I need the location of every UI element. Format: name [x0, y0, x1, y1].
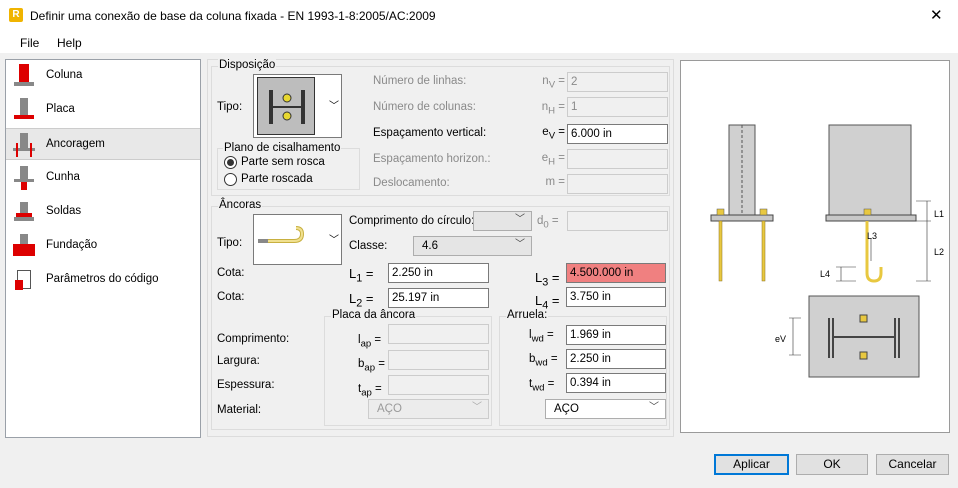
plate-icon [12, 98, 36, 122]
numero-colunas-input[interactable]: 1 [567, 97, 668, 117]
l4-input[interactable]: 3.750 in [566, 287, 666, 307]
m-symbol: m = [545, 176, 565, 188]
close-button[interactable]: ✕ [930, 6, 943, 24]
l1-dim-label: L1 [934, 209, 944, 219]
eh-symbol: eH = [541, 152, 565, 168]
l2-input[interactable]: 25.197 in [388, 288, 489, 308]
cancel-button[interactable]: Cancelar [876, 454, 949, 475]
ev-dim-label: eV [775, 334, 786, 344]
sidebar-item-coluna[interactable]: Coluna [6, 60, 200, 92]
l3-dim-label: L3 [867, 231, 877, 241]
menu-bar: File Help [0, 31, 958, 53]
anchorage-drawing: L1 L2 L3 L4 eV [710, 124, 944, 378]
lwd-input[interactable]: 1.969 in [566, 325, 666, 345]
placa-material-select[interactable]: AÇO ﹀ [368, 399, 489, 419]
arruela-material-select[interactable]: AÇO ﹀ [545, 399, 666, 419]
radio-parte-roscada[interactable] [224, 173, 237, 186]
hook-anchor-icon [258, 226, 305, 243]
radio-parte-roscada-label[interactable]: Parte roscada [241, 173, 313, 185]
espacamento-horizontal-input[interactable] [567, 149, 668, 169]
l4-dim-label: L4 [820, 269, 830, 279]
l2-dim-label: L2 [934, 247, 944, 257]
bwd-input[interactable]: 2.250 in [566, 349, 666, 369]
sidebar-item-fundacao[interactable]: Fundação [6, 230, 200, 262]
largura-label: Largura: [217, 355, 260, 367]
cota-label-2: Cota: [217, 291, 245, 303]
espacamento-vertical-label: Espaçamento vertical: [373, 127, 487, 139]
window-title: Definir uma conexão de base da coluna fi… [30, 9, 436, 23]
menu-file[interactable]: File [20, 36, 39, 50]
chevron-down-icon: ﹀ [329, 235, 339, 246]
l1-symbol: L1 = [349, 266, 374, 285]
comprimento-circulo-label: Comprimento do círculo: [349, 215, 475, 227]
sidebar-item-ancoragem[interactable]: Ancoragem [6, 128, 200, 160]
two-bolt-layout-icon [257, 77, 315, 135]
twd-input[interactable]: 0.394 in [566, 373, 666, 393]
preview-panel: L1 L2 L3 L4 eV [680, 60, 950, 433]
tipo-label: Tipo: [217, 101, 243, 113]
sidebar: Coluna Placa Ancoragem Cunha Soldas Fund… [5, 59, 201, 438]
app-logo-icon: R [9, 8, 23, 22]
sidebar-item-placa[interactable]: Placa [6, 94, 200, 126]
layout-type-dropdown[interactable]: ﹀ [253, 74, 342, 138]
cota-label-1: Cota: [217, 267, 245, 279]
lap-symbol: lap = [358, 334, 382, 350]
code-parameters-icon [12, 268, 36, 292]
bap-symbol: bap = [358, 358, 385, 374]
sidebar-item-parametros[interactable]: Parâmetros do código [6, 264, 200, 296]
shear-key-icon [12, 166, 36, 190]
espessura-label: Espessura: [217, 379, 275, 391]
numero-linhas-label: Número de linhas: [373, 75, 467, 87]
l3-input[interactable]: 4.500.000 in [566, 263, 666, 283]
l1-input[interactable]: 2.250 in [388, 263, 489, 283]
lap-input[interactable] [388, 324, 489, 344]
d0-input[interactable] [567, 211, 668, 231]
column-icon [12, 64, 36, 88]
bwd-symbol: bwd = [529, 353, 558, 369]
sidebar-item-soldas[interactable]: Soldas [6, 196, 200, 228]
espacamento-vertical-input[interactable]: 6.000 in [567, 124, 668, 144]
material-label: Material: [217, 404, 262, 416]
tap-symbol: tap = [358, 383, 382, 399]
anchor-tipo-label: Tipo: [217, 237, 243, 249]
ok-button[interactable]: OK [796, 454, 868, 475]
nv-symbol: nV = [542, 75, 565, 91]
l2-symbol: L2 = [349, 291, 374, 310]
d0-symbol: d0 = [537, 215, 559, 231]
twd-symbol: twd = [529, 378, 555, 394]
classe-label: Classe: [349, 240, 388, 252]
tap-input[interactable] [388, 375, 489, 395]
title-bar: R Definir uma conexão de base da coluna … [0, 0, 958, 31]
numero-linhas-input[interactable]: 2 [567, 72, 668, 92]
radio-parte-sem-rosca-label[interactable]: Parte sem rosca [241, 156, 325, 168]
l3-symbol: L3 = [535, 270, 560, 289]
anchor-type-dropdown[interactable]: ﹀ [253, 214, 342, 265]
weld-icon [12, 200, 36, 224]
menu-help[interactable]: Help [57, 36, 82, 50]
sidebar-item-cunha[interactable]: Cunha [6, 162, 200, 194]
bap-input[interactable] [388, 350, 489, 370]
deslocamento-input[interactable] [567, 174, 668, 194]
nh-symbol: nH = [541, 101, 565, 117]
anchor-icon [12, 133, 36, 157]
classe-select[interactable]: 4.6 ﹀ [413, 236, 532, 256]
deslocamento-label: Deslocamento: [373, 177, 450, 189]
ev-symbol: eV = [542, 126, 565, 142]
comprimento-circulo-select[interactable]: ﹀ [473, 211, 532, 231]
numero-colunas-label: Número de colunas: [373, 101, 476, 113]
comprimento-label: Comprimento: [217, 333, 290, 345]
radio-parte-sem-rosca[interactable] [224, 156, 237, 169]
foundation-icon [12, 234, 36, 258]
espacamento-horizontal-label: Espaçamento horizon.: [373, 153, 491, 165]
lwd-symbol: lwd = [529, 329, 554, 345]
apply-button[interactable]: Aplicar [714, 454, 789, 475]
chevron-down-icon: ﹀ [329, 101, 339, 112]
